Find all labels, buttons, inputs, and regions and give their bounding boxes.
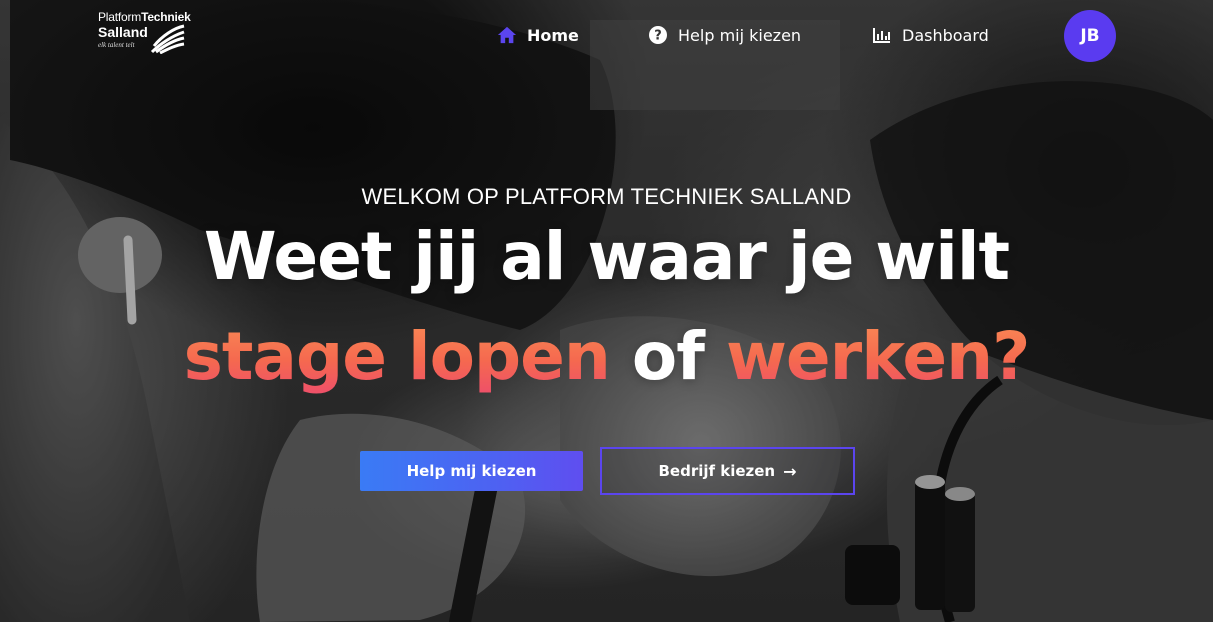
logo-line1: PlatformTechniek: [98, 10, 191, 24]
svg-text:?: ?: [654, 29, 662, 44]
nav-home[interactable]: Home: [497, 18, 579, 52]
nav-dashboard[interactable]: Dashboard: [872, 18, 989, 52]
nav-help-label: Help mij kiezen: [678, 25, 802, 45]
headline-connector: of: [609, 318, 726, 395]
nav-help-mij-kiezen[interactable]: ? Help mij kiezen: [648, 18, 801, 52]
welcome-eyebrow: WELKOM OP PLATFORM TECHNIEK SALLAND: [361, 184, 852, 209]
logo-line2: Salland: [98, 24, 148, 40]
nav-home-label: Home: [527, 25, 579, 45]
question-circle-icon: ?: [648, 25, 668, 45]
headline-highlight-stage-lopen: stage lopen: [183, 318, 611, 395]
home-icon: [497, 25, 517, 45]
arrow-right-icon: →: [783, 461, 797, 481]
bedrijf-kiezen-button[interactable]: Bedrijf kiezen →: [600, 447, 855, 495]
bedrijf-kiezen-label: Bedrijf kiezen: [658, 462, 776, 480]
headline-line1: Weet jij al waar je wilt: [203, 218, 1010, 295]
bar-chart-icon: [872, 25, 892, 45]
help-mij-kiezen-label: Help mij kiezen: [406, 462, 537, 480]
user-avatar[interactable]: JB: [1064, 10, 1116, 62]
logo-tagline: elk talent telt: [98, 41, 135, 49]
help-mij-kiezen-button[interactable]: Help mij kiezen: [360, 451, 583, 491]
platform-techniek-salland-logo[interactable]: PlatformTechniek Salland elk talent telt: [96, 8, 216, 54]
headline-highlight-werken: werken?: [725, 318, 1030, 395]
hero-section: PlatformTechniek Salland elk talent telt…: [0, 0, 1213, 622]
nav-dashboard-label: Dashboard: [902, 25, 989, 45]
wing-icon: [150, 24, 185, 54]
headline-line2: stage lopen of werken?: [0, 318, 1213, 395]
dark-overlay: [0, 0, 1213, 622]
